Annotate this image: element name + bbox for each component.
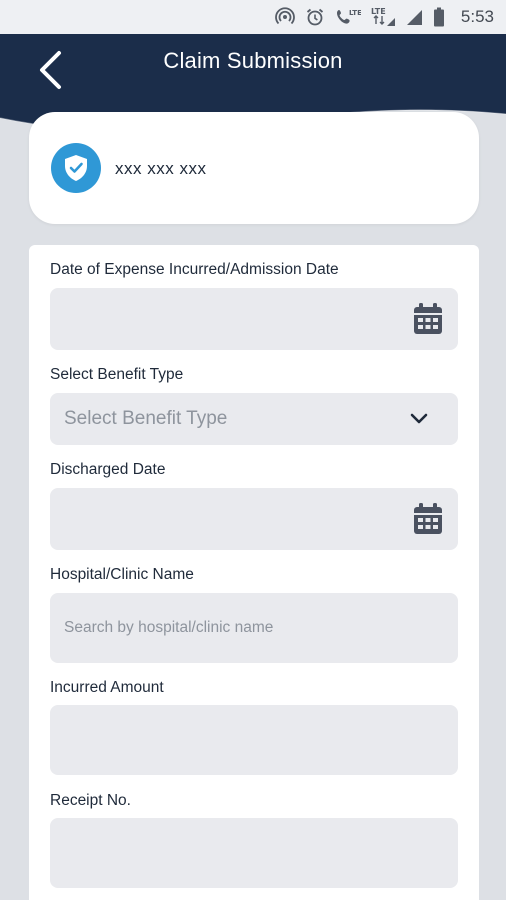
alarm-icon: [305, 6, 325, 28]
receipt-no-input[interactable]: [50, 818, 458, 888]
volte-call-icon: LTE: [335, 6, 361, 28]
hospital-search-placeholder: Search by hospital/clinic name: [64, 619, 274, 636]
incurred-amount-label: Incurred Amount: [50, 679, 164, 696]
incurred-amount-input[interactable]: [50, 705, 458, 775]
lte-signal-icon: LTE: [371, 6, 395, 28]
benefit-type-select[interactable]: Select Benefit Type: [50, 393, 458, 445]
discharged-date-field[interactable]: [50, 488, 458, 550]
status-time: 5:53: [460, 7, 494, 26]
policy-card[interactable]: xxx xxx xxx: [29, 112, 479, 224]
shield-check-icon: [51, 143, 101, 193]
benefit-type-label: Select Benefit Type: [50, 366, 184, 383]
status-bar: LTE LTE 5:53: [0, 0, 506, 34]
calendar-icon[interactable]: [412, 502, 444, 536]
signal-icon: [405, 6, 423, 28]
admission-date-label: Date of Expense Incurred/Admission Date: [50, 261, 339, 278]
admission-date-field[interactable]: [50, 288, 458, 350]
battery-icon: [433, 6, 445, 28]
svg-text:LTE: LTE: [349, 9, 361, 17]
calendar-icon[interactable]: [412, 302, 444, 336]
claim-form: Date of Expense Incurred/Admission Date …: [29, 245, 479, 900]
receipt-no-label: Receipt No.: [50, 792, 131, 809]
chevron-down-icon[interactable]: [410, 413, 428, 425]
hospital-label: Hospital/Clinic Name: [50, 566, 194, 583]
svg-text:LTE: LTE: [371, 7, 386, 16]
policy-number: xxx xxx xxx: [115, 159, 207, 178]
hospital-search-input[interactable]: Search by hospital/clinic name: [50, 593, 458, 663]
hotspot-icon: [275, 6, 295, 28]
discharged-date-label: Discharged Date: [50, 461, 166, 478]
page-title: Claim Submission: [163, 48, 343, 73]
benefit-type-placeholder: Select Benefit Type: [64, 408, 228, 429]
